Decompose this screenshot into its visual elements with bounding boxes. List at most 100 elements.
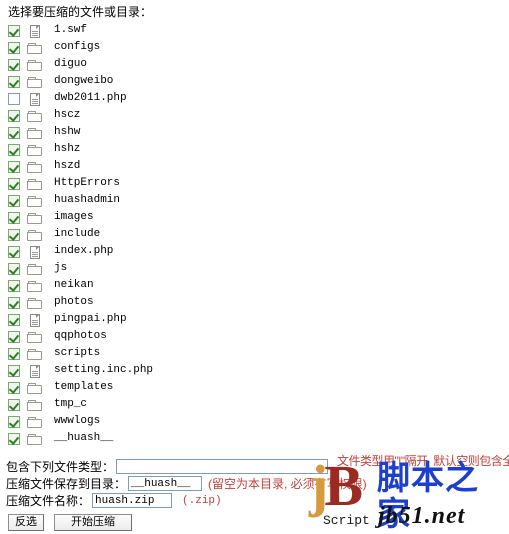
- file-name: qqphotos: [54, 330, 107, 342]
- file-name: 1.swf: [54, 24, 88, 36]
- file-row: __huash__: [4, 430, 264, 447]
- file-row: hscz: [4, 107, 264, 124]
- file-row: diguo: [4, 56, 264, 73]
- file-row: dongweibo: [4, 73, 264, 90]
- folder-icon: [27, 211, 44, 225]
- file-name: huashadmin: [54, 194, 121, 206]
- folder-icon: [27, 279, 44, 293]
- zip-name-suffix: (.zip): [182, 494, 222, 507]
- file-checkbox[interactable]: [8, 262, 20, 275]
- zip-name-input[interactable]: [92, 493, 173, 508]
- folder-icon: [27, 41, 44, 55]
- file-checkbox[interactable]: [8, 92, 20, 105]
- save-dir-hint: (留空为本目录, 必须有写权限): [208, 477, 367, 491]
- file-name: wwwlogs: [54, 415, 101, 427]
- file-checkbox[interactable]: [8, 211, 20, 224]
- folder-icon: [27, 398, 44, 412]
- file-name: pingpai.php: [54, 313, 127, 325]
- file-name: neikan: [54, 279, 94, 291]
- zip-name-row: 压缩文件名称： (.zip): [6, 492, 506, 509]
- file-name: configs: [54, 41, 101, 53]
- file-name: hshw: [54, 126, 81, 138]
- file-name: hshz: [54, 143, 81, 155]
- file-row: images: [4, 209, 264, 226]
- document-icon: [27, 313, 44, 327]
- start-compress-button[interactable]: 开始压缩: [54, 514, 132, 531]
- file-row: tmp_c: [4, 396, 264, 413]
- file-row: templates: [4, 379, 264, 396]
- file-checkbox[interactable]: [8, 24, 20, 37]
- watermark-script-text: Script: [323, 513, 370, 528]
- button-bar: 反选 开始压缩: [8, 514, 132, 531]
- document-icon: [27, 245, 44, 259]
- file-checkbox[interactable]: [8, 58, 20, 71]
- file-checkbox[interactable]: [8, 347, 20, 360]
- file-row: huashadmin: [4, 192, 264, 209]
- file-name: diguo: [54, 58, 88, 70]
- file-row: neikan: [4, 277, 264, 294]
- file-row: hshz: [4, 141, 264, 158]
- file-checkbox[interactable]: [8, 381, 20, 394]
- file-row: index.php: [4, 243, 264, 260]
- file-name: __huash__: [54, 432, 114, 444]
- folder-icon: [27, 58, 44, 72]
- save-dir-input[interactable]: [128, 476, 203, 491]
- file-name: HttpErrors: [54, 177, 121, 189]
- file-name: include: [54, 228, 101, 240]
- file-name: hszd: [54, 160, 81, 172]
- file-row: setting.inc.php: [4, 362, 264, 379]
- file-row: HttpErrors: [4, 175, 264, 192]
- file-row: js: [4, 260, 264, 277]
- file-name: setting.inc.php: [54, 364, 154, 376]
- folder-icon: [27, 381, 44, 395]
- file-checkbox[interactable]: [8, 177, 20, 190]
- document-icon: [27, 364, 44, 378]
- file-types-note: 文件类型用"|"隔开, 默认空则包含全部: [337, 454, 509, 468]
- file-checkbox[interactable]: [8, 228, 20, 241]
- file-row: hszd: [4, 158, 264, 175]
- file-checkbox[interactable]: [8, 330, 20, 343]
- file-checkbox[interactable]: [8, 41, 20, 54]
- file-checkbox[interactable]: [8, 160, 20, 173]
- folder-icon: [27, 347, 44, 361]
- file-checkbox[interactable]: [8, 313, 20, 326]
- folder-icon: [27, 432, 44, 446]
- file-types-input[interactable]: [116, 459, 329, 474]
- file-checkbox[interactable]: [8, 279, 20, 292]
- file-name: photos: [54, 296, 94, 308]
- file-checkbox[interactable]: [8, 143, 20, 156]
- folder-icon: [27, 126, 44, 140]
- file-checkbox[interactable]: [8, 75, 20, 88]
- file-checkbox[interactable]: [8, 398, 20, 411]
- file-checkbox[interactable]: [8, 415, 20, 428]
- file-name: scripts: [54, 347, 101, 359]
- file-checkbox[interactable]: [8, 109, 20, 122]
- file-checkbox[interactable]: [8, 126, 20, 139]
- invert-selection-button[interactable]: 反选: [8, 514, 44, 531]
- file-name: index.php: [54, 245, 114, 257]
- folder-icon: [27, 109, 44, 123]
- file-name: tmp_c: [54, 398, 88, 410]
- folder-icon: [27, 143, 44, 157]
- folder-icon: [27, 160, 44, 174]
- file-row: 1.swf: [4, 22, 264, 39]
- file-row: dwb2011.php: [4, 90, 264, 107]
- file-row: hshw: [4, 124, 264, 141]
- folder-icon: [27, 330, 44, 344]
- folder-icon: [27, 296, 44, 310]
- file-checkbox[interactable]: [8, 364, 20, 377]
- file-checkbox[interactable]: [8, 245, 20, 258]
- zip-name-label: 压缩文件名称：: [6, 494, 91, 508]
- save-dir-row: 压缩文件保存到目录： (留空为本目录, 必须有写权限): [6, 475, 506, 492]
- file-name: js: [54, 262, 68, 274]
- document-icon: [27, 24, 44, 38]
- file-checkbox[interactable]: [8, 296, 20, 309]
- file-checkbox[interactable]: [8, 432, 20, 445]
- file-checkbox[interactable]: [8, 194, 20, 207]
- file-row: pingpai.php: [4, 311, 264, 328]
- folder-icon: [27, 415, 44, 429]
- file-row: include: [4, 226, 264, 243]
- page-title: 选择要压缩的文件或目录：: [8, 5, 153, 19]
- folder-icon: [27, 75, 44, 89]
- file-row: qqphotos: [4, 328, 264, 345]
